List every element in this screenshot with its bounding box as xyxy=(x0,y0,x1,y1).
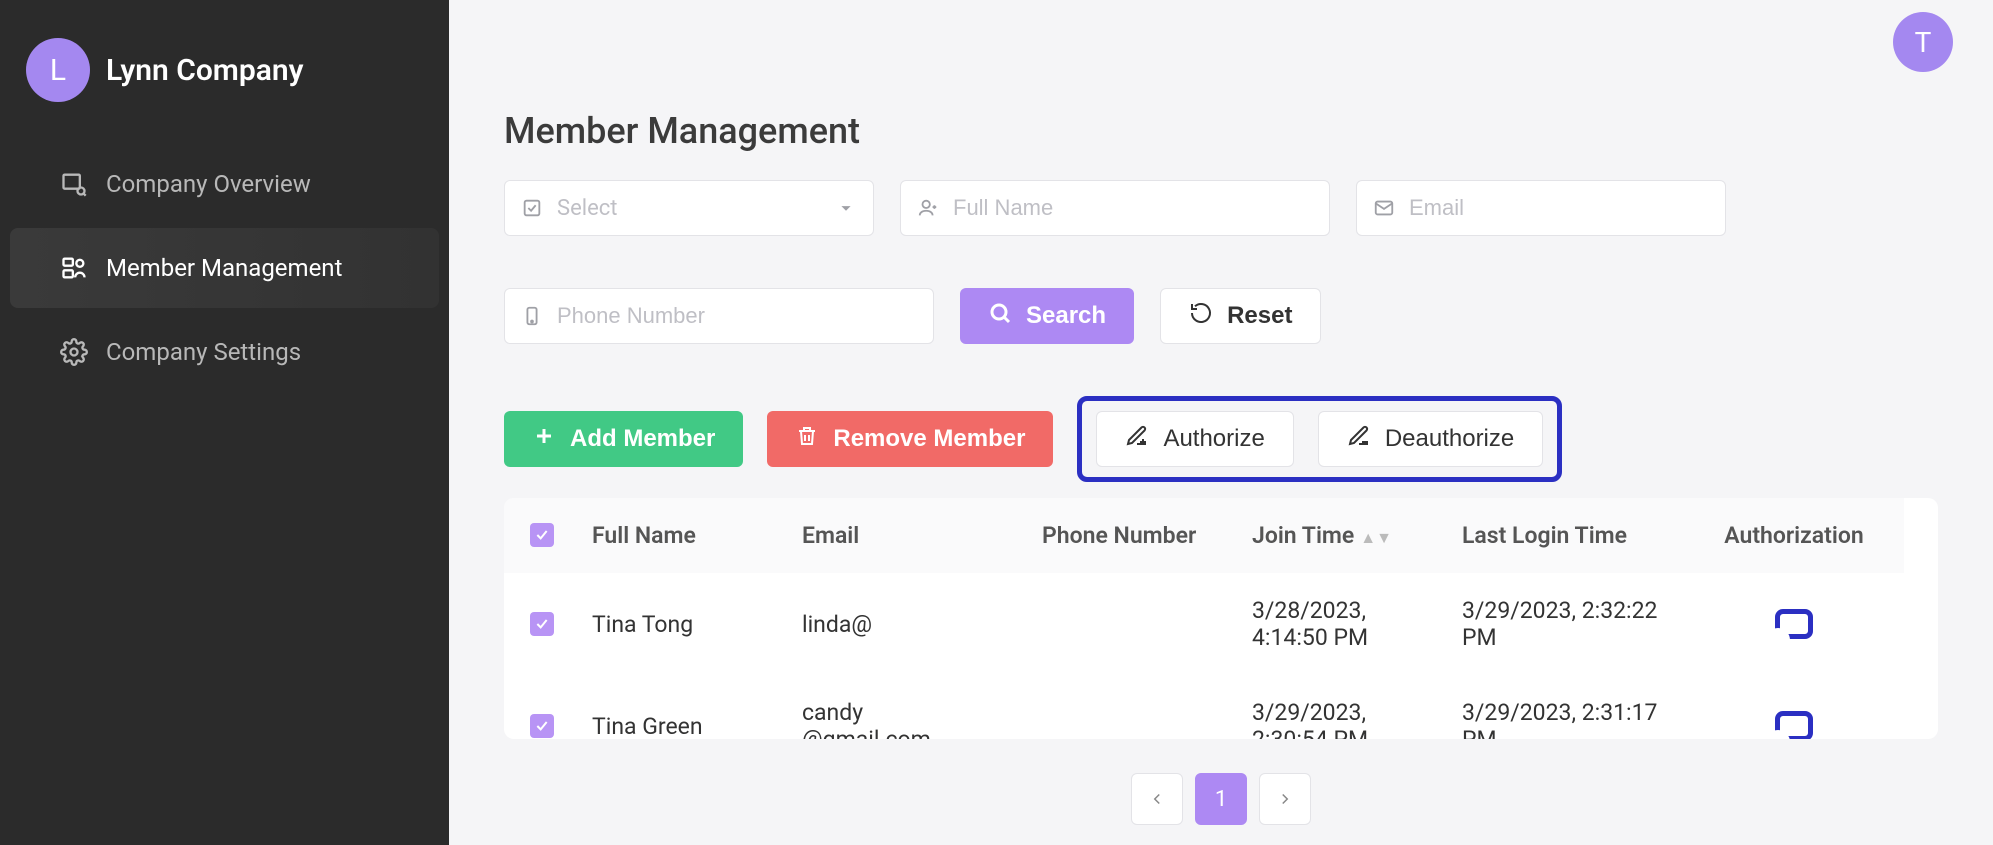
sidebar: L Lynn Company Company Overview Member M… xyxy=(0,0,449,845)
col-auth: Authorization xyxy=(1684,498,1904,573)
sidebar-item-overview[interactable]: Company Overview xyxy=(10,144,439,224)
email-input[interactable] xyxy=(1409,195,1709,221)
add-label: Add Member xyxy=(570,425,715,453)
col-phone: Phone Number xyxy=(1034,498,1244,573)
trash-icon xyxy=(795,424,819,455)
email-field[interactable] xyxy=(1356,180,1726,236)
page-prev[interactable] xyxy=(1131,773,1183,825)
action-row: Add Member Remove Member Authorize xyxy=(504,396,1938,482)
page-1[interactable]: 1 xyxy=(1195,773,1247,825)
col-name: Full Name xyxy=(584,498,794,573)
deauthorize-icon xyxy=(1347,424,1371,455)
brand-avatar: L xyxy=(26,38,90,102)
brand-name: Lynn Company xyxy=(106,53,304,88)
mail-icon xyxy=(1373,197,1395,219)
sidebar-item-label: Company Overview xyxy=(106,170,311,198)
members-icon xyxy=(60,254,88,282)
chevron-down-icon xyxy=(835,197,857,219)
col-email: Email xyxy=(794,498,1034,573)
row-checkbox[interactable] xyxy=(530,714,554,738)
select-placeholder: Select xyxy=(557,196,617,221)
cell-join: 3/29/2023, 2:30:54 PM xyxy=(1244,675,1454,739)
authorize-button[interactable]: Authorize xyxy=(1096,411,1293,467)
gear-icon xyxy=(60,338,88,366)
person-icon xyxy=(917,197,939,219)
col-login: Last Login Time xyxy=(1454,498,1684,573)
pagination: 1 xyxy=(504,773,1938,825)
col-join[interactable]: Join Time▲▼ xyxy=(1244,498,1454,573)
cell-phone xyxy=(1034,702,1244,739)
plus-icon xyxy=(532,424,556,455)
cell-login: 3/29/2023, 2:31:17 PM xyxy=(1454,675,1684,739)
sidebar-item-label: Company Settings xyxy=(106,338,301,366)
deauthorize-label: Deauthorize xyxy=(1385,425,1514,453)
cell-login: 3/29/2023, 2:32:22 PM xyxy=(1454,573,1684,675)
checkbox-icon xyxy=(521,197,543,219)
overview-icon xyxy=(60,170,88,198)
search-button[interactable]: Search xyxy=(960,288,1134,344)
page-next[interactable] xyxy=(1259,773,1311,825)
filter-row: Select xyxy=(504,180,1938,344)
reset-label: Reset xyxy=(1227,302,1292,330)
reset-icon xyxy=(1189,301,1213,332)
remove-member-button[interactable]: Remove Member xyxy=(767,411,1053,467)
members-table: Full Name Email Phone Number Join Time▲▼… xyxy=(504,498,1938,739)
authorize-highlight: Authorize Deauthorize xyxy=(1077,396,1562,482)
user-avatar[interactable]: T xyxy=(1893,12,1953,72)
phone-input[interactable] xyxy=(557,303,917,329)
search-icon xyxy=(988,301,1012,332)
cell-auth xyxy=(1684,585,1904,663)
cell-name: Tina Tong xyxy=(584,587,794,662)
sidebar-item-label: Member Management xyxy=(106,254,342,282)
sidebar-item-members[interactable]: Member Management xyxy=(10,228,439,308)
sort-icon: ▲▼ xyxy=(1360,528,1392,547)
authorize-icon xyxy=(1125,424,1149,455)
search-label: Search xyxy=(1026,302,1106,330)
cell-name: Tina Green xyxy=(584,689,794,740)
cell-email: candy @gmail.com xyxy=(794,675,1034,739)
cell-join: 3/28/2023, 4:14:50 PM xyxy=(1244,573,1454,675)
reset-button[interactable]: Reset xyxy=(1160,288,1321,344)
brand: L Lynn Company xyxy=(0,20,449,142)
remove-label: Remove Member xyxy=(833,425,1025,453)
phone-field[interactable] xyxy=(504,288,934,344)
cell-phone xyxy=(1034,600,1244,648)
main: T Member Management Select xyxy=(449,0,1993,845)
select-all-checkbox[interactable] xyxy=(530,523,554,547)
authorize-label: Authorize xyxy=(1163,425,1264,453)
deauthorize-button[interactable]: Deauthorize xyxy=(1318,411,1543,467)
add-member-button[interactable]: Add Member xyxy=(504,411,743,467)
page-title: Member Management xyxy=(504,110,1938,152)
name-field[interactable] xyxy=(900,180,1330,236)
cell-auth xyxy=(1684,687,1904,739)
phone-icon xyxy=(521,305,543,327)
row-checkbox[interactable] xyxy=(530,612,554,636)
sidebar-item-settings[interactable]: Company Settings xyxy=(10,312,439,392)
cell-email: linda@ xyxy=(794,587,1034,662)
role-select[interactable]: Select xyxy=(504,180,874,236)
name-input[interactable] xyxy=(953,195,1313,221)
